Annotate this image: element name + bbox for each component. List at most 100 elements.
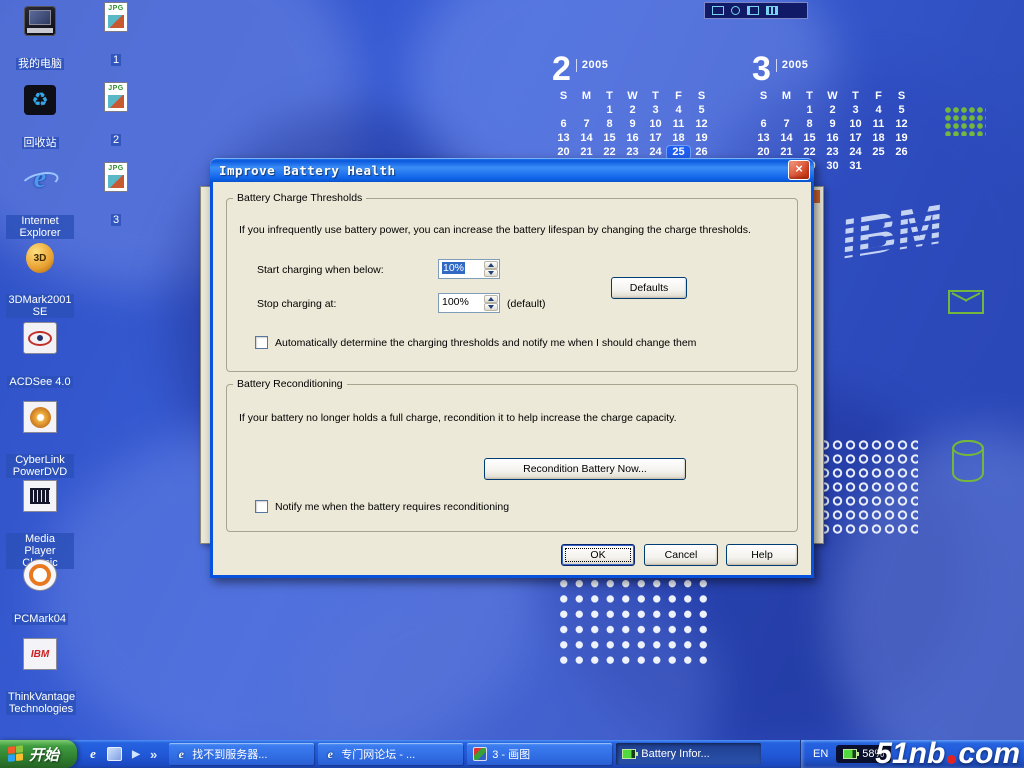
calendar-day: 2 bbox=[821, 104, 844, 117]
thresholds-description: If you infrequently use battery power, y… bbox=[239, 224, 751, 236]
desktop-icon-label: Internet Explorer bbox=[6, 215, 74, 239]
recondition-battery-button[interactable]: Recondition Battery Now... bbox=[484, 458, 686, 480]
calendar-day: 4 bbox=[667, 104, 690, 117]
desktop-icon-thinkvantage[interactable]: IBMThinkVantage Technologies bbox=[6, 638, 74, 717]
calendar-weekday: W bbox=[821, 90, 844, 103]
taskbar-task-ie[interactable]: e专门网论坛 - ... bbox=[318, 743, 463, 765]
start-button[interactable]: 开始 bbox=[0, 740, 77, 768]
my-computer-icon bbox=[24, 6, 56, 36]
desktop-icon-3dmark2001[interactable]: 3D3DMark2001 SE bbox=[6, 243, 74, 322]
start-threshold-value[interactable]: 10% bbox=[439, 260, 484, 278]
desktop-icon-recycle-bin[interactable]: ♻回收站 bbox=[6, 85, 74, 164]
windows-flag-icon bbox=[8, 745, 24, 763]
group-title: Battery Reconditioning bbox=[233, 378, 347, 390]
desktop-icon-jpg-3[interactable]: JPG3 bbox=[88, 162, 144, 242]
calendar-day: 16 bbox=[621, 132, 644, 145]
improve-battery-health-dialog: Improve Battery Health × Battery Charge … bbox=[210, 158, 814, 578]
dialog-title: Improve Battery Health bbox=[219, 163, 788, 178]
desktop-icon-internet-explorer[interactable]: e Internet Explorer bbox=[6, 164, 74, 243]
auto-determine-checkbox-label[interactable]: Automatically determine the charging thr… bbox=[275, 337, 696, 349]
calendar-day: 19 bbox=[690, 132, 713, 145]
spin-down-button[interactable] bbox=[484, 303, 498, 311]
ie-quicklaunch-icon[interactable]: e bbox=[85, 746, 101, 762]
desktop-icon-media-player-classic[interactable]: Media Player Classic bbox=[6, 480, 74, 559]
51nb-watermark: 51nb com bbox=[875, 737, 1020, 768]
language-indicator[interactable]: EN bbox=[813, 748, 828, 760]
calendar-day: 11 bbox=[867, 118, 890, 131]
show-desktop-quicklaunch-icon[interactable] bbox=[107, 747, 122, 761]
calendar-day: 6 bbox=[752, 118, 775, 131]
calendar-day: 30 bbox=[821, 160, 844, 173]
thinkpad-osd-bar bbox=[704, 2, 808, 19]
spin-up-button[interactable] bbox=[484, 261, 498, 269]
calendar-month-number: 3 bbox=[752, 52, 771, 86]
watermark-left: 51nb bbox=[875, 737, 945, 768]
ok-button[interactable]: OK bbox=[561, 544, 635, 566]
desktop-icon-powerdvd[interactable]: CyberLink PowerDVD bbox=[6, 401, 74, 480]
stop-threshold-spinbox[interactable]: 100% bbox=[438, 293, 500, 313]
calendar-day: 7 bbox=[575, 118, 598, 131]
stop-threshold-value[interactable]: 100% bbox=[439, 294, 484, 312]
calendar-weekday: T bbox=[644, 90, 667, 103]
calendar-weekday: S bbox=[752, 90, 775, 103]
calendar-day: 17 bbox=[844, 132, 867, 145]
calendar-day: 19 bbox=[890, 132, 913, 145]
taskbar-task-ie[interactable]: e找不到服务器... bbox=[169, 743, 314, 765]
calendar-day: 14 bbox=[775, 132, 798, 145]
close-button[interactable]: × bbox=[788, 160, 810, 180]
calendar-day: 10 bbox=[844, 118, 867, 131]
dialog-titlebar[interactable]: Improve Battery Health × bbox=[210, 158, 814, 182]
dot-grid-pattern bbox=[556, 576, 712, 668]
help-button[interactable]: Help bbox=[726, 544, 798, 566]
calendar-weekday: T bbox=[798, 90, 821, 103]
calendar-weekday: S bbox=[552, 90, 575, 103]
calendar-day: 12 bbox=[890, 118, 913, 131]
svg-text:IBM: IBM bbox=[836, 192, 949, 270]
taskbar-task-paint[interactable]: 3 - 画图 bbox=[467, 743, 612, 765]
taskbar-task-battery[interactable]: Battery Infor... bbox=[616, 743, 761, 765]
start-threshold-spinbox[interactable]: 10% bbox=[438, 259, 500, 279]
battery-icon bbox=[843, 749, 857, 759]
spin-up-button[interactable] bbox=[484, 295, 498, 303]
reconditioning-description: If your battery no longer holds a full c… bbox=[239, 412, 677, 424]
desktop-icon-label: ACDSee 4.0 bbox=[7, 376, 72, 388]
defaults-button[interactable]: Defaults bbox=[611, 277, 687, 299]
desktop-icon-my-computer[interactable]: 我的电脑 bbox=[6, 6, 74, 85]
calendar-day: 14 bbox=[575, 132, 598, 145]
calendar-day bbox=[775, 104, 798, 117]
auto-determine-checkbox[interactable] bbox=[255, 336, 268, 349]
jpg-file-icon: JPG bbox=[104, 82, 128, 112]
taskbar: 开始 e ▶ » e找不到服务器...e专门网论坛 - ... 3 - 画图 Batte… bbox=[0, 740, 1024, 768]
notify-reconditioning-checkbox-label[interactable]: Notify me when the battery requires reco… bbox=[275, 501, 509, 513]
display-icon bbox=[712, 6, 724, 15]
desktop-icon-jpg-1[interactable]: JPG1 bbox=[88, 2, 144, 82]
calendar-month-2: 22005SMTWTFS1234567891011121314151617181… bbox=[552, 52, 713, 173]
ie-icon: e bbox=[324, 747, 336, 762]
quicklaunch-overflow-chevron[interactable]: » bbox=[150, 747, 157, 762]
calendar-day bbox=[752, 104, 775, 117]
desktop-icon-jpg-2[interactable]: JPG2 bbox=[88, 82, 144, 162]
calendar-weekday: W bbox=[621, 90, 644, 103]
calendar-day: 3 bbox=[844, 104, 867, 117]
ring-dots-pattern bbox=[818, 438, 918, 536]
cancel-button[interactable]: Cancel bbox=[644, 544, 718, 566]
calendar-weekday: F bbox=[867, 90, 890, 103]
media-player-quicklaunch-icon[interactable]: ▶ bbox=[128, 746, 144, 762]
calendar-weekday: M bbox=[575, 90, 598, 103]
calendar-day: 5 bbox=[690, 104, 713, 117]
calendar-month-3: 32005SMTWTFS1234567891011121314151617181… bbox=[752, 52, 913, 173]
dock-icon bbox=[747, 6, 759, 15]
calendar-day: 31 bbox=[844, 160, 867, 173]
desktop-icon-acdsee[interactable]: ACDSee 4.0 bbox=[6, 322, 74, 401]
notify-reconditioning-checkbox-row: Notify me when the battery requires reco… bbox=[255, 500, 509, 513]
calendar-day: 18 bbox=[667, 132, 690, 145]
notify-reconditioning-checkbox[interactable] bbox=[255, 500, 268, 513]
recycle-bin-icon: ♻ bbox=[24, 85, 56, 115]
ie-icon: e bbox=[175, 747, 187, 762]
spin-down-button[interactable] bbox=[484, 269, 498, 277]
internet-explorer-icon: e bbox=[24, 164, 56, 194]
task-label: 3 - 画图 bbox=[492, 746, 530, 762]
jpg-file-icon: JPG bbox=[104, 162, 128, 192]
acdsee-icon bbox=[23, 322, 57, 354]
close-icon: × bbox=[795, 161, 803, 176]
